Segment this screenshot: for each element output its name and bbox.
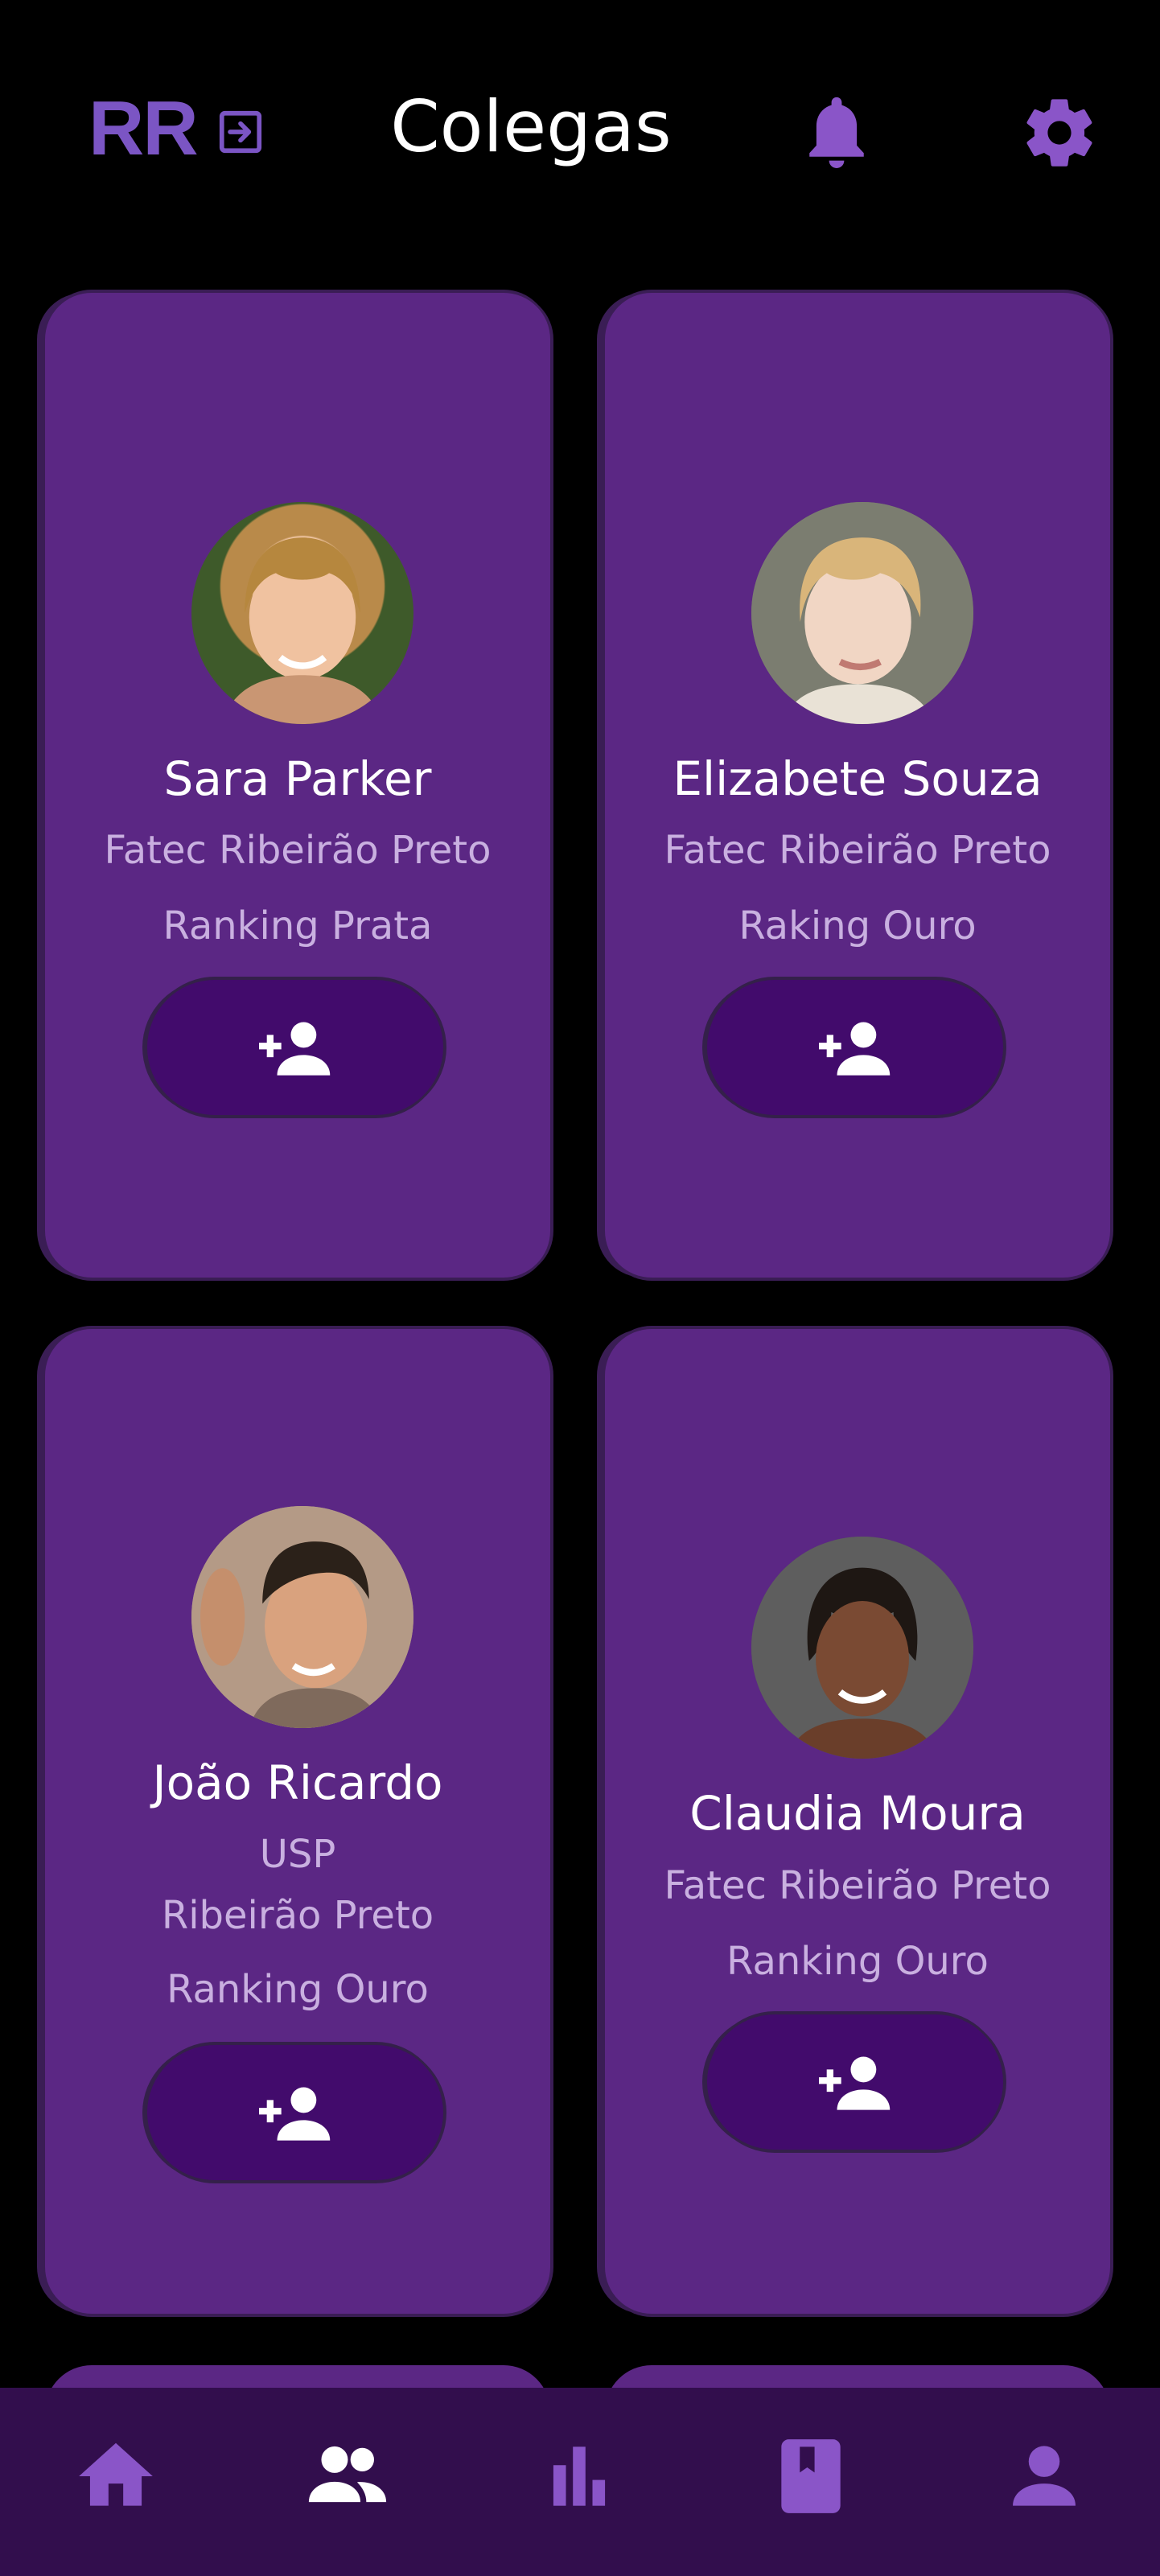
add-colleague-button[interactable] [707,2014,1003,2150]
avatar [751,1537,973,1759]
top-bar: RR Colegas [0,0,1160,265]
bookmark-book-icon [781,2439,841,2513]
colleague-card[interactable]: Sara Parker Fatec Ribeirão Preto Ranking… [45,293,550,1278]
add-colleague-button[interactable] [147,980,443,1115]
colleague-name: Elizabete Souza [673,751,1043,806]
person-add-icon [259,1019,331,1076]
nav-ranking[interactable] [523,2420,636,2533]
colleague-institution: Fatec Ribeirão Preto [664,828,1051,873]
avatar [751,502,973,724]
colleague-ranking: Ranking Ouro [726,1939,989,1984]
colleague-card[interactable]: Elizabete Souza Fatec Ribeirão Preto Rak… [605,293,1110,1278]
colleague-card[interactable]: Claudia Moura Fatec Ribeirão Preto Ranki… [605,1329,1110,2314]
add-colleague-button[interactable] [147,2045,443,2180]
colleague-ranking: Raking Ouro [738,903,977,949]
colleague-institution-line1: USP [259,1832,336,1877]
add-colleague-button[interactable] [707,980,1003,1115]
nav-home[interactable] [60,2420,172,2533]
bell-icon[interactable] [800,90,873,174]
avatar [191,502,413,724]
nav-library[interactable] [755,2420,867,2533]
colleague-institution: Fatec Ribeirão Preto [664,1863,1051,1908]
home-icon [79,2442,153,2506]
bottom-nav [0,2388,1160,2576]
colleague-institution-line2: Ribeirão Preto [161,1893,434,1938]
person-add-icon [819,2054,891,2110]
nav-colleagues[interactable] [291,2420,404,2533]
colleague-name: Claudia Moura [689,1786,1026,1841]
avatar [191,1506,413,1728]
gear-icon[interactable] [1019,93,1100,173]
colleague-ranking: Ranking Prata [162,903,433,949]
group-icon [308,2446,387,2503]
colleague-ranking: Ranking Ouro [167,1967,429,2012]
person-icon [1013,2446,1076,2506]
colleague-institution: Fatec Ribeirão Preto [104,828,492,873]
colleague-card[interactable]: João Ricardo USP Ribeirão Preto Ranking … [45,1329,550,2314]
person-add-icon [819,1019,891,1076]
person-add-icon [259,2084,331,2141]
page-title: Colegas [390,85,672,168]
colleague-name: João Ricardo [152,1755,443,1810]
nav-profile[interactable] [988,2420,1100,2533]
bar-chart-icon [553,2446,606,2506]
colleague-name: Sara Parker [163,751,432,806]
